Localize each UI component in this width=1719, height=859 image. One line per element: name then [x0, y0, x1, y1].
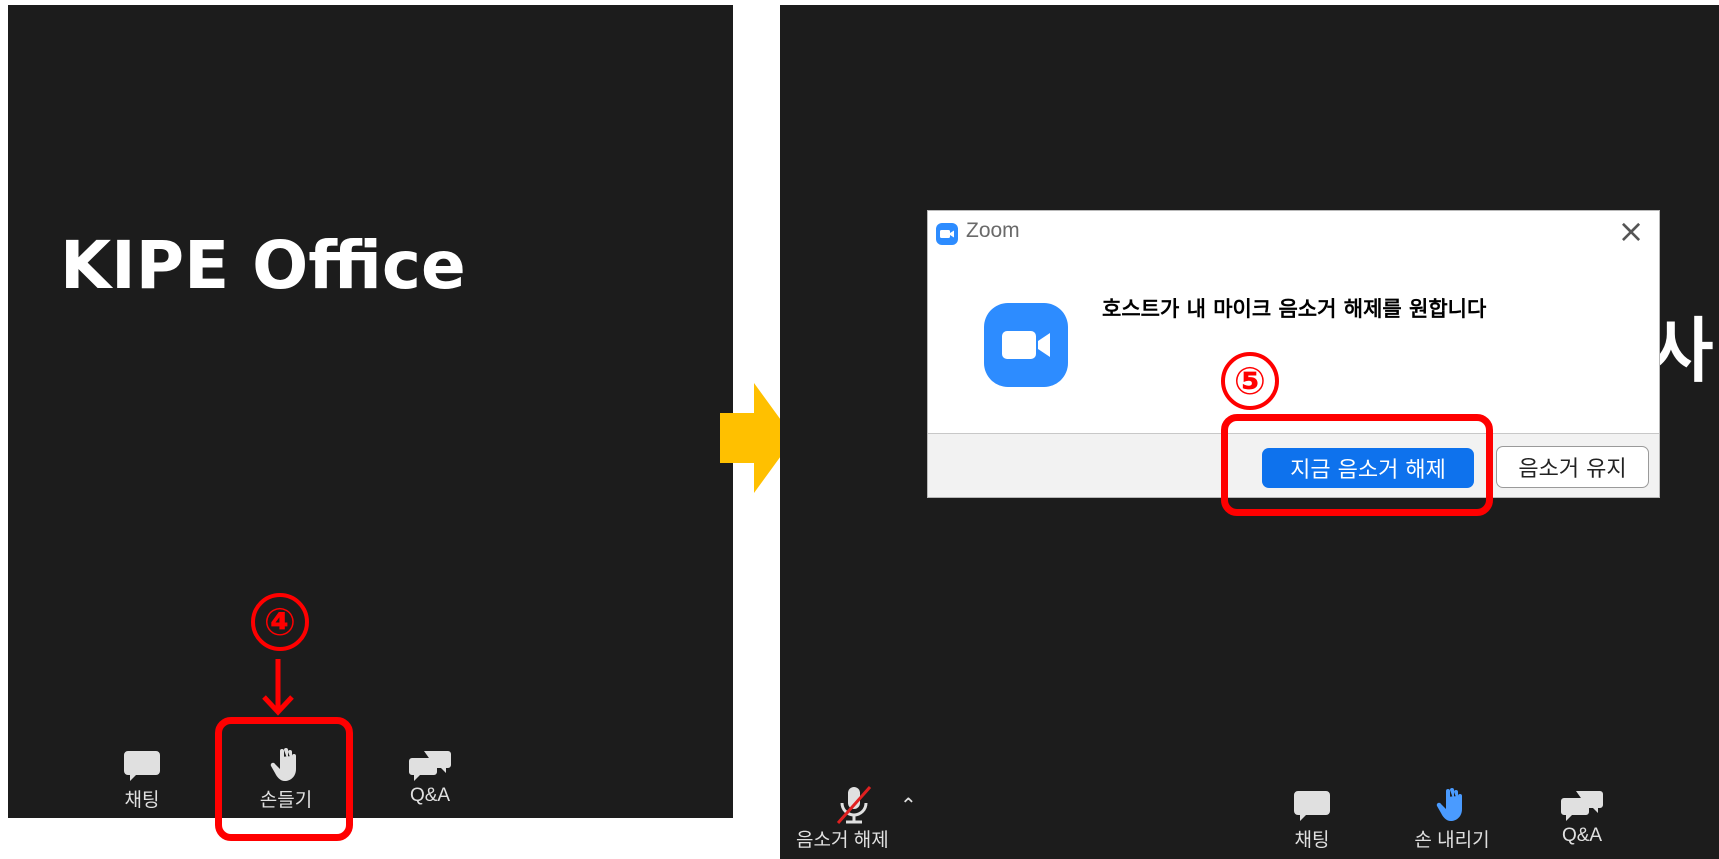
dialog-title: Zoom [966, 219, 1020, 242]
step-4-marker: ④ [251, 593, 309, 651]
chat-button-right[interactable]: 채팅 [1262, 787, 1362, 852]
stay-muted-button[interactable]: 음소거 유지 [1496, 446, 1649, 488]
qa-label: Q&A [1561, 825, 1603, 846]
qa-button[interactable]: Q&A [380, 747, 480, 807]
qa-label: Q&A [409, 785, 451, 806]
lower-hand-button[interactable]: 손 내리기 [1394, 787, 1510, 852]
step-5-marker: ⑤ [1221, 352, 1279, 410]
lower-hand-label: 손 내리기 [1414, 830, 1490, 851]
meeting-window-before: KIPE Office 채팅 손들기 Q&A ④ [8, 5, 733, 841]
raise-hand-highlight [215, 717, 353, 841]
dialog-titlebar: Zoom × [928, 211, 1659, 251]
chat-label: 채팅 [124, 790, 160, 811]
close-icon[interactable]: × [1615, 215, 1647, 247]
room-title: KIPE Office [60, 227, 466, 304]
chat-icon [1294, 791, 1330, 821]
chat-button[interactable]: 채팅 [92, 747, 192, 812]
unmute-label: 음소거 해제 [796, 830, 889, 851]
hand-icon [1436, 788, 1462, 821]
qa-icon [1561, 791, 1603, 821]
qa-icon [409, 751, 451, 781]
down-arrow-icon [262, 659, 294, 716]
chat-label: 채팅 [1294, 830, 1330, 851]
mic-off-icon [836, 786, 872, 824]
caret-up-icon[interactable]: ⌃ [900, 793, 917, 817]
chat-icon [124, 751, 160, 781]
qa-button-right[interactable]: Q&A [1532, 787, 1632, 847]
zoom-camera-icon [984, 303, 1068, 387]
zoom-logo-icon [936, 223, 958, 245]
unmute-now-highlight [1221, 414, 1493, 516]
dialog-message: 호스트가 내 마이크 음소거 해제를 원합니다 [1102, 297, 1487, 321]
